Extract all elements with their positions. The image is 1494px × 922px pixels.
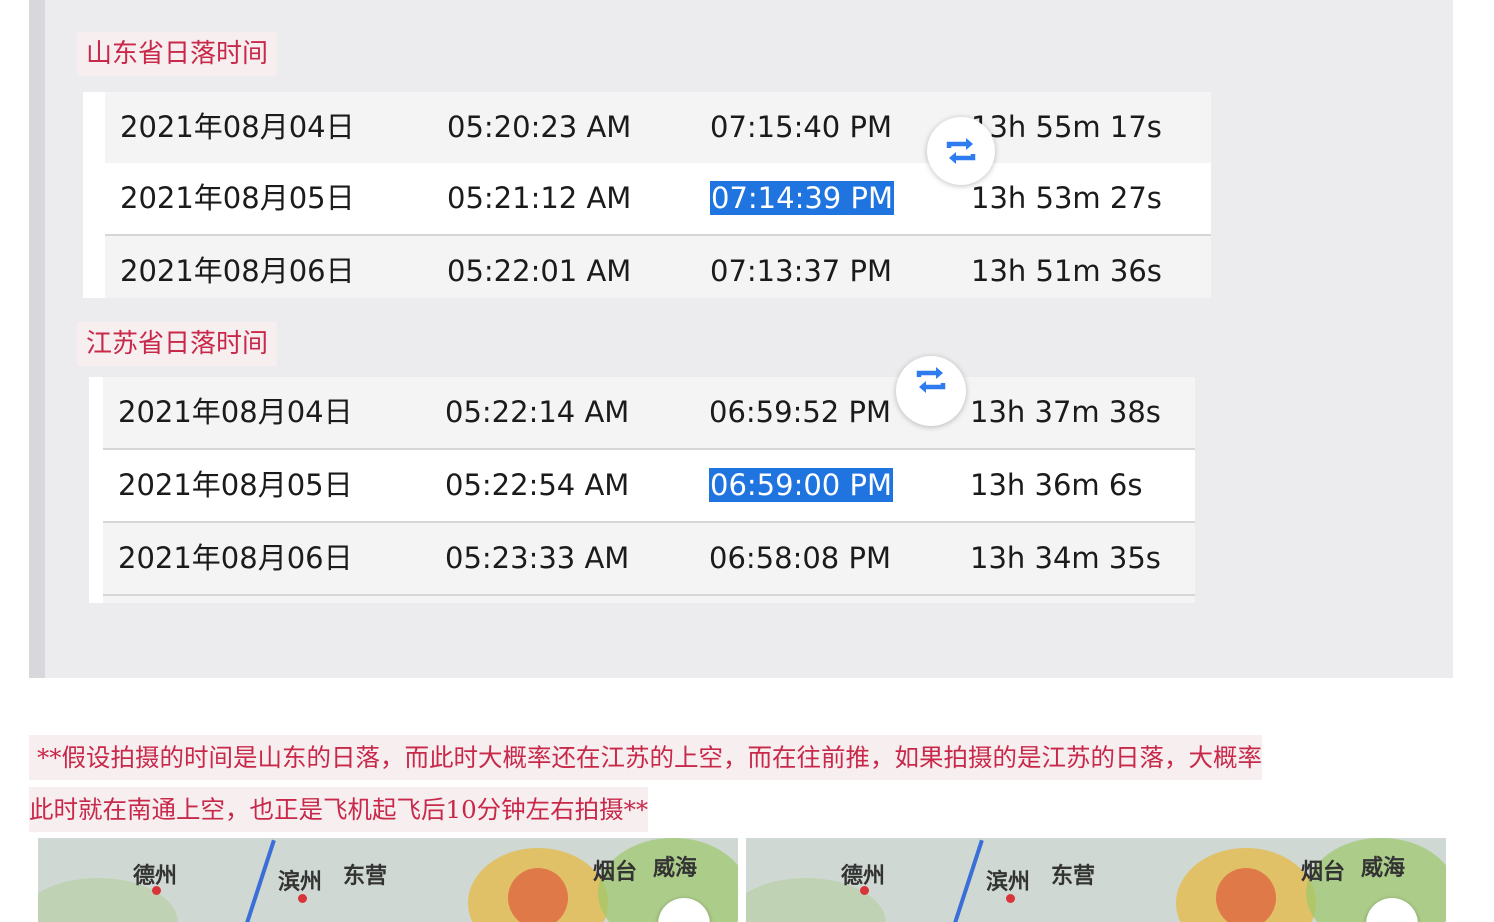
date-cell: 2021年08月04日 bbox=[118, 395, 353, 429]
map-label-binzhou: 滨州 bbox=[986, 870, 1031, 895]
table-row: 2021年08月05日 05:22:54 AM 06:59:00 PM 13h … bbox=[103, 450, 1195, 523]
date-cell: 2021年08月05日 bbox=[120, 181, 355, 215]
row-gutter bbox=[89, 377, 103, 603]
sunrise-cell: 05:21:12 AM bbox=[447, 181, 632, 215]
note-line-2: 此时就在南通上空，也正是飞机起飞后10分钟左右拍摄** bbox=[29, 787, 649, 832]
sunset-cell: 07:13:37 PM bbox=[710, 254, 892, 288]
map-label-dongying: 东营 bbox=[343, 864, 388, 889]
map-label-weihai: 威海 bbox=[1361, 856, 1406, 881]
table-row: 2021年08月04日 05:22:14 AM 06:59:52 PM 13h … bbox=[103, 377, 1195, 450]
sunset-cell[interactable]: 07:14:39 PM bbox=[710, 163, 894, 233]
sunset-table-jiangsu: 2021年08月04日 05:22:14 AM 06:59:52 PM 13h … bbox=[89, 377, 1195, 603]
sunrise-cell: 05:20:23 AM bbox=[447, 110, 632, 144]
sunset-table-shandong: 2021年08月04日 05:20:23 AM 07:15:40 PM 13h … bbox=[83, 92, 1211, 298]
table-row: 2021年08月06日 05:23:33 AM 06:58:08 PM 13h … bbox=[103, 523, 1195, 596]
selected-sunset-text[interactable]: 06:59:00 PM bbox=[709, 468, 893, 502]
swap-arrows-icon bbox=[916, 367, 946, 393]
duration-cell: 13h 36m 6s bbox=[970, 468, 1143, 502]
date-cell: 2021年08月06日 bbox=[120, 254, 355, 288]
duration-cell: 13h 34m 35s bbox=[970, 541, 1161, 575]
sunrise-cell: 05:23:33 AM bbox=[445, 541, 630, 575]
row-gutter bbox=[83, 92, 105, 298]
sunset-cell[interactable]: 06:59:00 PM bbox=[709, 450, 893, 520]
map-label-yantai: 烟台 bbox=[593, 860, 638, 885]
selected-sunset-text[interactable]: 07:14:39 PM bbox=[710, 181, 894, 215]
radar-map-image: 德州 滨州 东营 烟台 威海 bbox=[38, 838, 738, 922]
duration-cell: 13h 55m 17s bbox=[971, 110, 1162, 144]
sunset-cell: 06:59:52 PM bbox=[709, 395, 891, 429]
radar-map-image: 德州 滨州 东营 烟台 威海 bbox=[746, 838, 1446, 922]
date-cell: 2021年08月04日 bbox=[120, 110, 355, 144]
map-label-yantai: 烟台 bbox=[1301, 860, 1346, 885]
table-title-shandong: 山东省日落时间 bbox=[77, 32, 278, 76]
table-title-jiangsu: 江苏省日落时间 bbox=[77, 322, 278, 366]
table-row: 2021年08月06日 05:22:01 AM 07:13:37 PM 13h … bbox=[105, 236, 1211, 298]
blockquote: 山东省日落时间 2021年08月04日 05:20:23 AM 07:15:40… bbox=[29, 0, 1453, 678]
note-line-1: **假设拍摄的时间是山东的日落，而此时大概率还在江苏的上空，而在往前推，如果拍摄… bbox=[29, 735, 1262, 780]
sunset-cell: 06:58:08 PM bbox=[709, 541, 891, 575]
sunrise-cell: 05:22:54 AM bbox=[445, 468, 630, 502]
swap-button[interactable] bbox=[896, 356, 966, 426]
duration-cell: 13h 37m 38s bbox=[970, 395, 1161, 429]
sunset-cell: 07:15:40 PM bbox=[710, 110, 892, 144]
swap-button[interactable] bbox=[927, 117, 995, 185]
sunrise-cell: 05:22:14 AM bbox=[445, 395, 630, 429]
duration-cell: 13h 51m 36s bbox=[971, 254, 1162, 288]
date-cell: 2021年08月05日 bbox=[118, 468, 353, 502]
date-cell: 2021年08月06日 bbox=[118, 541, 353, 575]
table-row: 2021年08月05日 05:21:12 AM 07:14:39 PM 13h … bbox=[105, 163, 1211, 236]
table-row: 2021年08月04日 05:20:23 AM 07:15:40 PM 13h … bbox=[105, 92, 1211, 165]
note-paragraph: **假设拍摄的时间是山东的日落，而此时大概率还在江苏的上空，而在往前推，如果拍摄… bbox=[29, 732, 1444, 836]
map-label-dongying: 东营 bbox=[1051, 864, 1096, 889]
map-label-weihai: 威海 bbox=[653, 856, 698, 881]
swap-arrows-icon bbox=[946, 138, 976, 164]
map-label-binzhou: 滨州 bbox=[278, 870, 323, 895]
duration-cell: 13h 53m 27s bbox=[971, 181, 1162, 215]
sunrise-cell: 05:22:01 AM bbox=[447, 254, 632, 288]
